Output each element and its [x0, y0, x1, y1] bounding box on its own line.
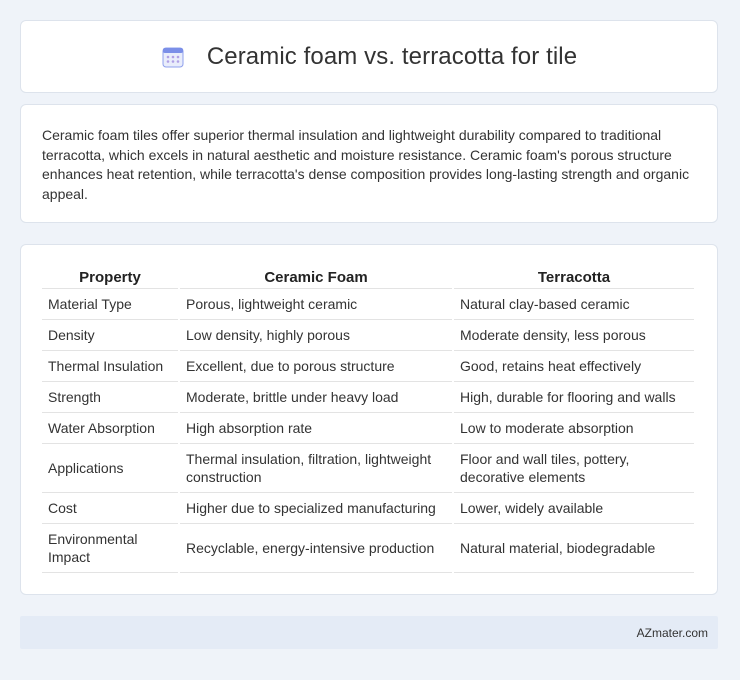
ceramic-foam-cell: Thermal insulation, filtration, lightwei… — [180, 444, 452, 493]
terracotta-cell: Lower, widely available — [454, 493, 694, 524]
header-ceramic-foam: Ceramic Foam — [180, 263, 452, 289]
property-cell: Water Absorption — [42, 413, 178, 444]
calendar-icon — [162, 47, 184, 67]
ceramic-foam-cell: Porous, lightweight ceramic — [180, 289, 452, 320]
table-row: Cost Higher due to specialized manufactu… — [42, 493, 694, 524]
intro-card: Ceramic foam tiles offer superior therma… — [20, 104, 718, 223]
property-cell: Applications — [42, 444, 178, 493]
terracotta-cell: Natural material, biodegradable — [454, 524, 694, 573]
title-card: Ceramic foam vs. terracotta for tile — [20, 20, 718, 93]
property-cell: Cost — [42, 493, 178, 524]
footer-brand: AZmater.com — [636, 625, 708, 640]
ceramic-foam-cell: High absorption rate — [180, 413, 452, 444]
table-row: Applications Thermal insulation, filtrat… — [42, 444, 694, 493]
table-row: Environmental Impact Recyclable, energy-… — [42, 524, 694, 573]
property-cell: Thermal Insulation — [42, 351, 178, 382]
property-cell: Strength — [42, 382, 178, 413]
property-cell: Environmental Impact — [42, 524, 178, 573]
ceramic-foam-cell: Higher due to specialized manufacturing — [180, 493, 452, 524]
terracotta-cell: High, durable for flooring and walls — [454, 382, 694, 413]
table-header-row: Property Ceramic Foam Terracotta — [42, 263, 694, 289]
property-cell: Material Type — [42, 289, 178, 320]
header-terracotta: Terracotta — [454, 263, 694, 289]
page-title: Ceramic foam vs. terracotta for tile — [206, 42, 578, 70]
ceramic-foam-cell: Excellent, due to porous structure — [180, 351, 452, 382]
table-row: Thermal Insulation Excellent, due to por… — [42, 351, 694, 382]
terracotta-cell: Low to moderate absorption — [454, 413, 694, 444]
footer: AZmater.com — [20, 616, 718, 649]
terracotta-cell: Natural clay-based ceramic — [454, 289, 694, 320]
terracotta-cell: Moderate density, less porous — [454, 320, 694, 351]
terracotta-cell: Floor and wall tiles, pottery, decorativ… — [454, 444, 694, 493]
comparison-card: Property Ceramic Foam Terracotta Materia… — [20, 244, 718, 595]
ceramic-foam-cell: Moderate, brittle under heavy load — [180, 382, 452, 413]
intro-text: Ceramic foam tiles offer superior therma… — [42, 127, 690, 202]
comparison-table: Property Ceramic Foam Terracotta Materia… — [40, 263, 696, 573]
ceramic-foam-cell: Recyclable, energy-intensive production — [180, 524, 452, 573]
header-property: Property — [42, 263, 178, 289]
table-row: Material Type Porous, lightweight cerami… — [42, 289, 694, 320]
ceramic-foam-cell: Low density, highly porous — [180, 320, 452, 351]
table-row: Water Absorption High absorption rate Lo… — [42, 413, 694, 444]
property-cell: Density — [42, 320, 178, 351]
table-row: Density Low density, highly porous Moder… — [42, 320, 694, 351]
terracotta-cell: Good, retains heat effectively — [454, 351, 694, 382]
table-row: Strength Moderate, brittle under heavy l… — [42, 382, 694, 413]
title-wrap: Ceramic foam vs. terracotta for tile — [161, 43, 577, 71]
